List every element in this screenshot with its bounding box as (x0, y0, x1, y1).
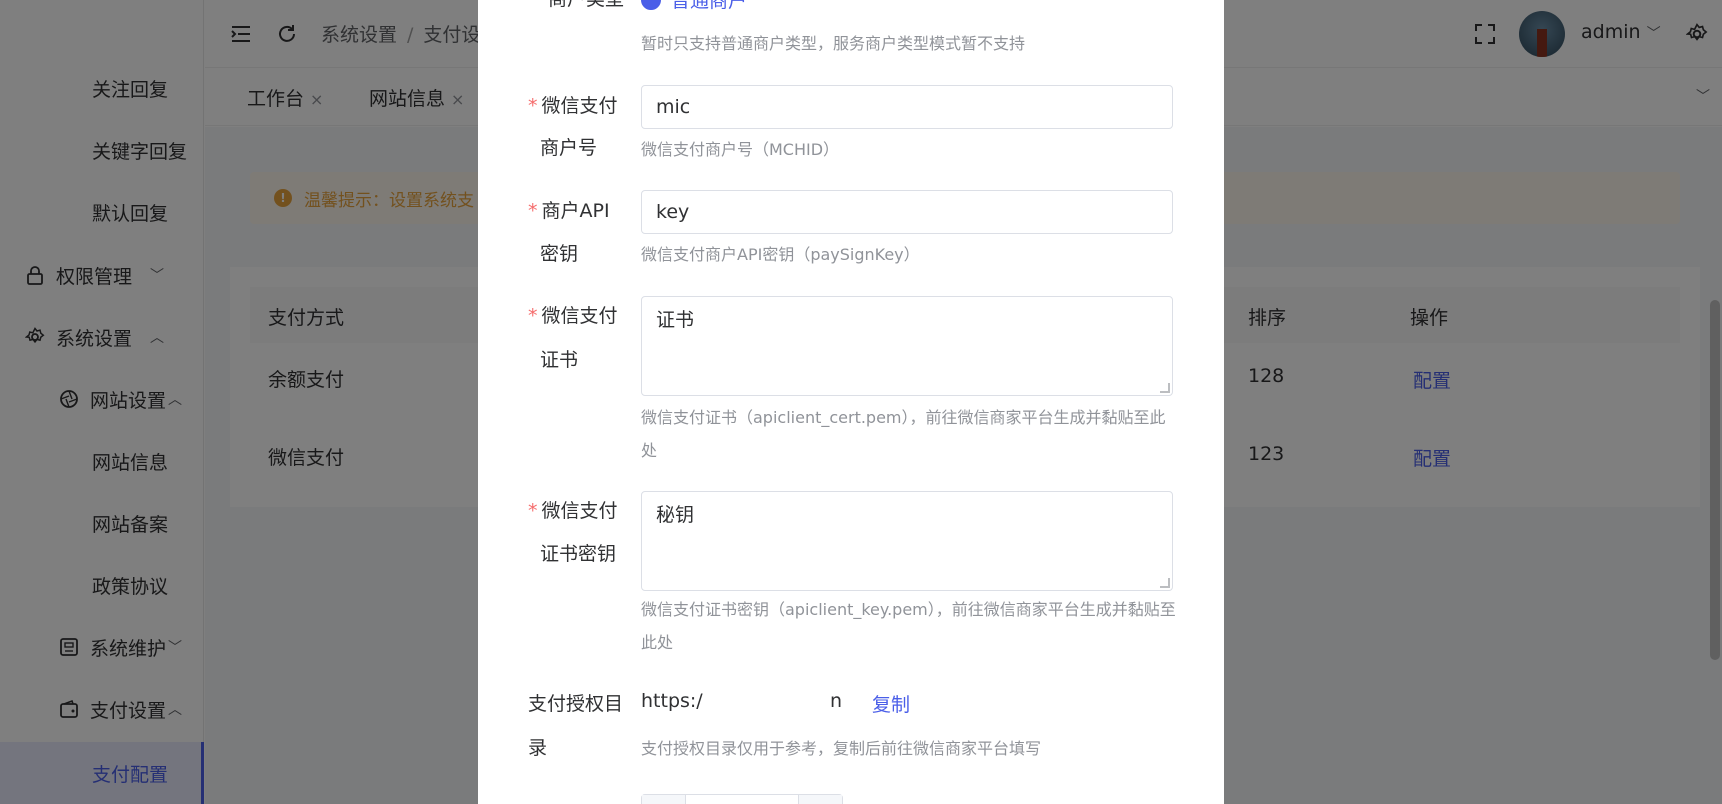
radio-checked-icon[interactable] (641, 0, 661, 10)
resize-handle-icon[interactable] (1160, 578, 1170, 588)
sort-stepper[interactable] (641, 794, 843, 804)
merchant-type-tip: 暂时只支持普通商户类型，服务商户类型模式暂不支持 (641, 34, 1026, 53)
api-key-value: key (656, 201, 690, 223)
auth-dir-url: https:/ (641, 690, 703, 712)
mchid-label-line2: 商户号 (540, 137, 598, 159)
decrement-button[interactable] (642, 795, 686, 804)
cert-label-line2: 证书 (540, 349, 579, 371)
required-mark: * (528, 200, 538, 222)
cert-key-label-line2: 证书密钥 (540, 543, 617, 565)
cert-label-line1: 微信支付 (541, 305, 618, 327)
mchid-label-line1: 微信支付 (541, 95, 618, 117)
cert-tip: 微信支付证书（apiclient_cert.pem），前往微信商家平台生成并黏贴… (641, 408, 1166, 460)
cert-key-label: * 微信支付 (528, 490, 618, 533)
cert-label: * 微信支付 (528, 295, 618, 338)
auth-dir-tip: 支付授权目录仅用于参考，复制后前往微信商家平台填写 (641, 739, 1042, 758)
cert-key-value: 秘钥 (656, 504, 695, 526)
mchid-label: * 微信支付 (528, 85, 618, 128)
cert-key-tip: 微信支付证书密钥（apiclient_key.pem），前往微信商家平台生成并黏… (641, 600, 1176, 652)
cert-value: 证书 (656, 309, 695, 331)
merchant-type-label: 商户类型 (548, 0, 624, 21)
copy-button[interactable]: 复制 (872, 690, 910, 717)
auth-dir-label: 支付授权目 (528, 693, 624, 715)
auth-dir-url-end: n (830, 690, 843, 712)
cert-key-label-line1: 微信支付 (541, 500, 618, 522)
mchid-value: mic (656, 96, 691, 118)
api-key-tip: 微信支付商户API密钥（paySignKey） (641, 245, 920, 264)
auth-dir-label-line2: 录 (528, 737, 548, 759)
mchid-input[interactable]: mic (641, 85, 1173, 129)
resize-handle-icon[interactable] (1160, 383, 1170, 393)
mchid-tip: 微信支付商户号（MCHID） (641, 140, 840, 159)
required-mark: * (528, 95, 538, 117)
required-mark: * (528, 305, 538, 327)
api-key-label-line1: 商户API (541, 200, 610, 222)
api-key-label-line2: 密钥 (540, 243, 579, 265)
cert-key-textarea[interactable]: 秘钥 (641, 491, 1173, 591)
required-mark: * (528, 500, 538, 522)
merchant-type-option[interactable]: 普通商户 (671, 0, 747, 13)
cert-textarea[interactable]: 证书 (641, 296, 1173, 396)
api-key-input[interactable]: key (641, 190, 1173, 234)
increment-button[interactable] (798, 795, 842, 804)
wechat-pay-config-dialog: 商户类型 普通商户 暂时只支持普通商户类型，服务商户类型模式暂不支持 *微信支付… (478, 0, 1224, 804)
api-key-label: * 商户API (528, 190, 610, 233)
